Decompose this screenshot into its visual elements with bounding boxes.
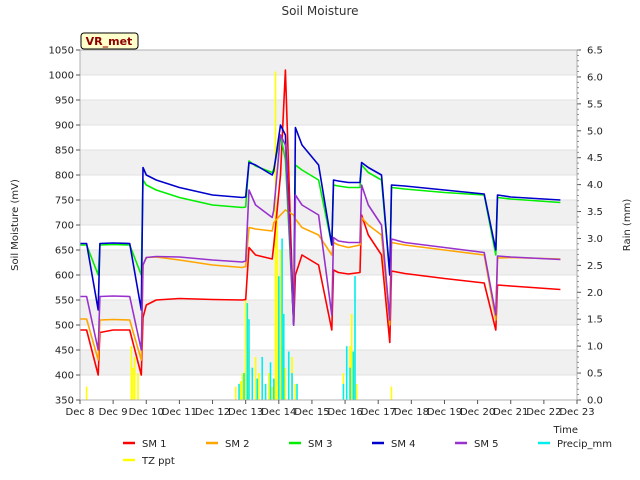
y-right-tick-label: 1.5: [587, 315, 603, 326]
legend-label: SM 5: [474, 439, 499, 450]
y-right-tick-label: 2.5: [587, 261, 603, 272]
x-tick-label: Dec 8: [66, 407, 95, 418]
y-axis-left-label: Soil Moisture (mV): [10, 179, 21, 271]
y-axis-left: 350 400 450 500 550 600 650 700 750 800 850 900 950 1…: [49, 46, 80, 407]
y-right-tick-label: 0.0: [587, 396, 603, 407]
y-left-tick-label: 600: [55, 271, 74, 282]
x-tick-label: Dec 14: [261, 407, 296, 418]
chart-title: Soil Moisture: [281, 4, 358, 18]
x-tick-label: Dec 21: [493, 407, 528, 418]
y-left-tick-label: 850: [55, 146, 74, 157]
y-left-tick-label: 800: [55, 171, 74, 182]
soil-moisture-chart: Soil Moisture 350 400 450 500 550 600 650 700 75…: [10, 4, 633, 467]
x-tick-label: Dec 22: [526, 407, 561, 418]
legend-label: SM 4: [391, 439, 416, 450]
x-tick-label: Dec 20: [460, 407, 495, 418]
grid-band: [80, 50, 577, 75]
grid-band: [80, 350, 577, 375]
x-tick-label: Dec 16: [327, 407, 362, 418]
y-axis-right-label: Rain (mm): [622, 199, 633, 252]
x-tick-label: Dec 9: [99, 407, 128, 418]
station-badge-text: VR_met: [86, 35, 133, 48]
x-tick-label: Dec 18: [394, 407, 429, 418]
y-right-tick-label: 3.5: [587, 207, 603, 218]
y-left-tick-label: 500: [55, 321, 74, 332]
y-axis-right: 0.0 0.5 1.0 1.5 2.0 2.5 3.0 3.5 4.0 4.5 5.0 5.5 6.0 6…: [577, 46, 603, 407]
y-left-tick-label: 400: [55, 371, 74, 382]
y-left-tick-label: 1000: [49, 71, 74, 82]
y-right-tick-label: 4.5: [587, 153, 603, 164]
x-tick-label: Dec 13: [228, 407, 263, 418]
y-right-tick-label: 5.0: [587, 126, 603, 137]
y-left-tick-label: 550: [55, 296, 74, 307]
legend-label: SM 3: [308, 439, 333, 450]
y-right-tick-label: 5.5: [587, 99, 603, 110]
grid-band: [80, 100, 577, 125]
y-right-tick-label: 1.0: [587, 342, 603, 353]
legend-label: Precip_mm: [557, 439, 612, 450]
y-left-tick-label: 650: [55, 246, 74, 257]
legend-label: TZ ppt: [141, 456, 175, 467]
legend: SM 1 SM 2 SM 3 SM 4 SM 5 Precip_mm TZ ppt: [123, 439, 612, 467]
legend-label: SM 2: [225, 439, 250, 450]
y-left-tick-label: 350: [55, 396, 74, 407]
y-right-tick-label: 2.0: [587, 288, 603, 299]
y-right-tick-label: 6.0: [587, 72, 603, 83]
y-left-tick-label: 750: [55, 196, 74, 207]
x-tick-label: Dec 15: [294, 407, 329, 418]
y-left-tick-label: 1050: [49, 46, 74, 57]
x-tick-label: Dec 12: [195, 407, 230, 418]
y-right-tick-label: 0.5: [587, 369, 603, 380]
x-tick-label: Dec 10: [129, 407, 164, 418]
y-right-tick-label: 6.5: [587, 46, 603, 57]
station-badge: VR_met: [80, 32, 139, 50]
x-tick-label: Dec 23: [559, 407, 594, 418]
grid-band: [80, 250, 577, 275]
y-left-tick-label: 700: [55, 221, 74, 232]
x-tick-label: Dec 19: [427, 407, 462, 418]
x-axis: Dec 8 Dec 9 Dec 10Dec 11Dec 12Dec 13Dec 14…: [66, 400, 595, 418]
y-right-tick-label: 4.0: [587, 180, 603, 191]
x-tick-label: Dec 17: [361, 407, 396, 418]
y-left-tick-label: 900: [55, 121, 74, 132]
y-right-tick-label: 3.0: [587, 234, 603, 245]
legend-label: SM 1: [142, 439, 167, 450]
x-tick-label: Dec 11: [162, 407, 197, 418]
grid-band: [80, 150, 577, 175]
y-left-tick-label: 950: [55, 96, 74, 107]
x-axis-label: Time: [553, 425, 578, 436]
y-left-tick-label: 450: [55, 346, 74, 357]
